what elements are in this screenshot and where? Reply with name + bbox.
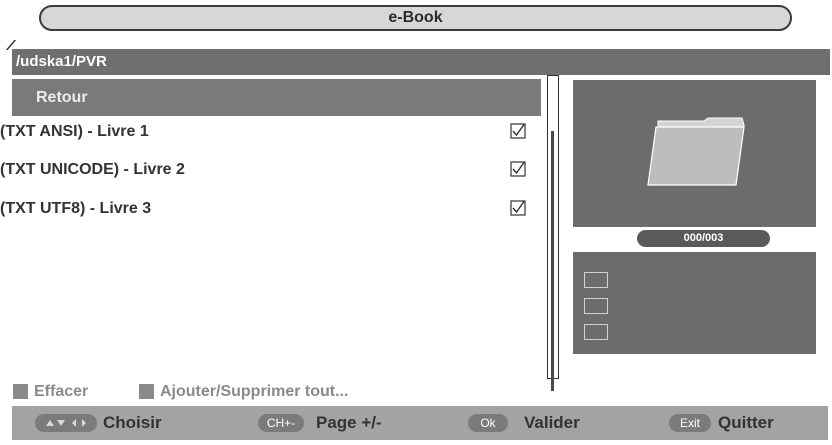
folder-icon bbox=[647, 117, 745, 186]
info-box bbox=[584, 272, 608, 288]
ok-key: Ok bbox=[468, 414, 508, 432]
checkbox-checked-icon[interactable] bbox=[510, 161, 526, 177]
back-item[interactable]: Retour bbox=[12, 79, 541, 116]
file-row-2[interactable]: (TXT UNICODE) - Livre 2 bbox=[0, 155, 540, 185]
nav-arrows-key bbox=[35, 414, 97, 432]
scrollbar[interactable] bbox=[547, 75, 559, 391]
info-panel bbox=[573, 252, 816, 354]
file-label: (TXT UTF8) - Livre 3 bbox=[0, 200, 152, 217]
legend-toggle-all-label: Ajouter/Supprimer tout... bbox=[160, 383, 349, 400]
info-box bbox=[584, 298, 608, 314]
path-breadcrumb: /udska1/PVR bbox=[12, 49, 830, 75]
page-label: Page +/- bbox=[316, 413, 382, 432]
exit-key: Exit bbox=[669, 414, 711, 432]
legend-delete-label: Effacer bbox=[34, 383, 89, 400]
back-item-label: Retour bbox=[36, 89, 88, 106]
checkbox-checked-icon[interactable] bbox=[510, 200, 526, 216]
file-row-1[interactable]: (TXT ANSI) - Livre 1 bbox=[0, 117, 540, 147]
checkbox-checked-icon[interactable] bbox=[510, 123, 526, 139]
gray-key-icon bbox=[13, 384, 28, 399]
info-box bbox=[584, 324, 608, 340]
file-label: (TXT UNICODE) - Livre 2 bbox=[0, 161, 185, 178]
scrollbar-thumb[interactable] bbox=[551, 131, 554, 391]
choose-label: Choisir bbox=[103, 413, 162, 432]
quit-label: Quitter bbox=[718, 413, 774, 432]
footer-hint-bar: Choisir CH+- Page +/- Ok Valider Exit Qu… bbox=[12, 406, 828, 440]
preview-panel bbox=[573, 80, 816, 227]
window-title: e-Book bbox=[39, 5, 792, 31]
gray-key-icon bbox=[139, 384, 154, 399]
file-counter: 000/003 bbox=[637, 230, 770, 247]
file-row-3[interactable]: (TXT UTF8) - Livre 3 bbox=[0, 194, 540, 224]
file-label: (TXT ANSI) - Livre 1 bbox=[0, 123, 149, 140]
ch-key: CH+- bbox=[258, 414, 304, 432]
validate-label: Valider bbox=[524, 413, 580, 432]
arrows-icon bbox=[46, 419, 86, 427]
